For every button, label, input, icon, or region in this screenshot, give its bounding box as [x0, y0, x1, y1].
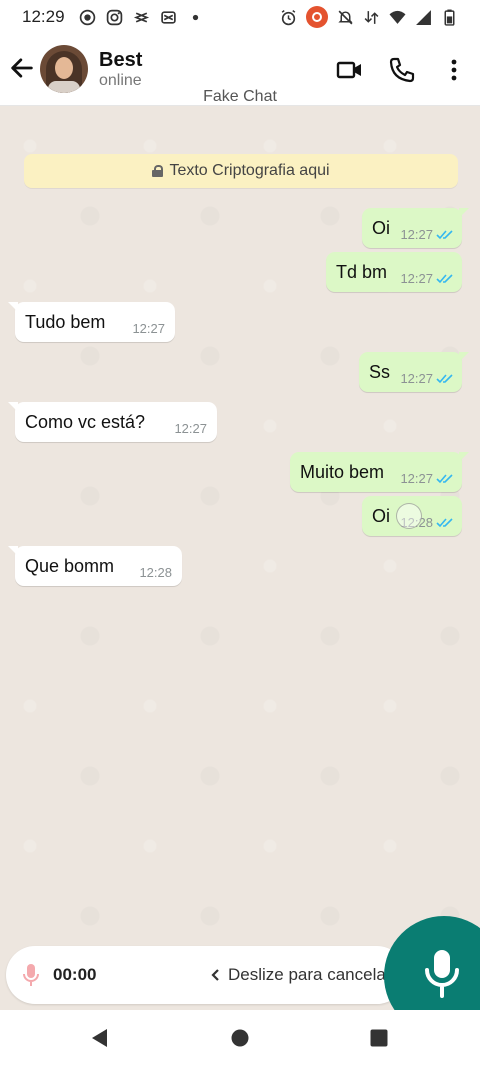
status-left-icons [79, 9, 204, 26]
status-right-icons [280, 6, 458, 28]
chevron-left-icon [211, 969, 219, 981]
message-text: Oi [372, 218, 390, 238]
contact-name[interactable]: Best [99, 49, 142, 72]
message-time: 12:28 [139, 565, 172, 580]
voice-recording-bar[interactable]: 00:00 Deslize para cancelar [6, 946, 406, 1004]
message-time: 12:27 [400, 227, 433, 242]
read-ticks-icon [436, 518, 453, 528]
message-text: Td bm [336, 262, 388, 282]
message-bubble-outgoing[interactable]: Td bm 12:27 [326, 252, 462, 292]
system-nav-bar [0, 1010, 480, 1066]
message-text: Que bomm [25, 556, 115, 576]
message-bubble-incoming[interactable]: Que bomm 12:28 [8, 546, 182, 586]
battery-icon [444, 9, 455, 26]
dot-icon [192, 14, 198, 20]
back-nav-icon[interactable] [90, 1028, 110, 1048]
message-time: 12:27 [400, 371, 433, 386]
touch-indicator [396, 503, 422, 529]
mic-recording-icon [23, 964, 39, 986]
message-bubble-outgoing[interactable]: Oi 12:28 [362, 496, 462, 536]
message-text: Ss [369, 362, 391, 382]
message-bubble-incoming[interactable]: Tudo bem 12:27 [8, 302, 175, 342]
signal-icon [416, 9, 431, 25]
message-text: Como vc está? [25, 412, 146, 432]
encryption-banner-text: Texto Criptografia aqui [169, 162, 330, 179]
wifi-icon [389, 10, 406, 24]
encryption-banner[interactable]: Texto Criptografia aqui [24, 154, 458, 188]
more-options-icon[interactable] [440, 56, 468, 84]
message-bubble-outgoing[interactable]: Ss 12:27 [359, 352, 469, 392]
record-icon [79, 9, 95, 25]
message-time: 12:27 [400, 271, 433, 286]
message-text: Oi [372, 506, 390, 526]
screen-record-icon [306, 6, 328, 28]
chat-area[interactable]: Texto Criptografia aqui Oi 12:27 Td bm 1… [0, 106, 480, 1010]
slide-to-cancel-text: Deslize para cancelar [228, 965, 392, 984]
read-ticks-icon [436, 374, 453, 384]
lock-icon [152, 165, 164, 177]
voice-call-icon[interactable] [388, 56, 416, 84]
instagram-icon [106, 9, 122, 25]
capcut-icon [133, 11, 149, 23]
message-time: 12:27 [400, 471, 433, 486]
recording-timer: 00:00 [53, 965, 97, 984]
message-bubble-outgoing[interactable]: Muito bem 12:27 [290, 452, 469, 492]
read-ticks-icon [436, 230, 453, 240]
back-arrow-icon[interactable] [8, 54, 36, 82]
alarm-icon [281, 9, 296, 25]
message-time: 12:27 [174, 421, 207, 436]
data-icon [364, 10, 379, 24]
status-bar: 12:29 [0, 0, 480, 34]
mute-icon [338, 10, 353, 24]
read-ticks-icon [436, 274, 453, 284]
message-bubble-incoming[interactable]: Como vc está? 12:27 [8, 402, 217, 442]
video-call-icon[interactable] [336, 56, 364, 84]
slide-to-cancel[interactable]: Deslize para cancelar [210, 965, 391, 985]
message-text: Muito bem [300, 462, 385, 482]
mic-icon [425, 950, 459, 998]
home-nav-icon[interactable] [230, 1028, 250, 1048]
capcut-icon [160, 10, 176, 24]
read-ticks-icon [436, 474, 453, 484]
message-bubble-outgoing[interactable]: Oi 12:27 [362, 208, 469, 248]
recents-nav-icon[interactable] [369, 1028, 389, 1048]
message-time: 12:27 [132, 321, 165, 336]
message-text: Tudo bem [25, 312, 106, 332]
chat-subtitle: Fake Chat [203, 88, 277, 105]
status-time: 12:29 [22, 7, 65, 26]
avatar[interactable] [40, 45, 88, 93]
